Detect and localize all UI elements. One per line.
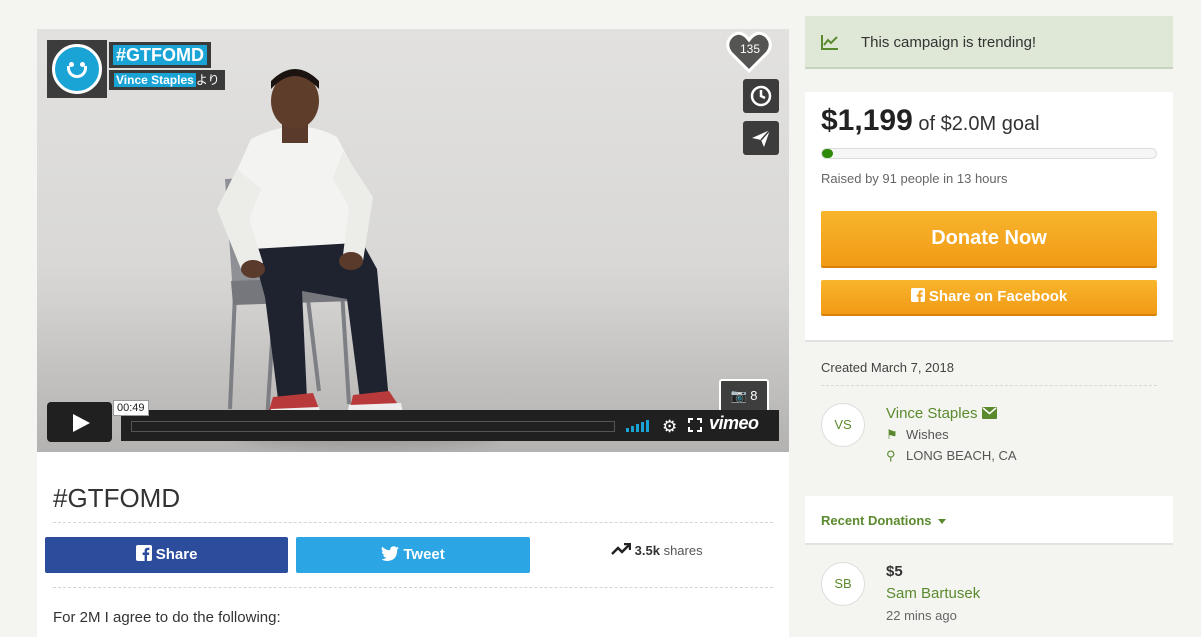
organizer-location: ⚲ LONG BEACH, CA: [886, 448, 1017, 463]
share-arrow-icon: [611, 542, 632, 555]
donation-time: 22 mins ago: [886, 608, 957, 623]
tweet-button[interactable]: Tweet: [296, 537, 530, 573]
video-controls: ⚙ vimeo: [121, 410, 779, 441]
raised-by-text: Raised by 91 people in 13 hours: [821, 171, 1008, 186]
video-player[interactable]: #GTFOMD Vince Staples より 135 📷 8 ⚙ vimeo…: [37, 29, 789, 452]
video-frame-person: [217, 69, 403, 422]
caret-down-icon: [937, 519, 946, 525]
share-video-button[interactable]: [743, 121, 779, 155]
progress-bar: [821, 148, 1157, 159]
time-tooltip: 00:49: [113, 400, 149, 416]
donor-avatar: SB: [821, 562, 865, 606]
divider: [53, 587, 773, 588]
twitter-icon: [381, 546, 400, 561]
donation-amount: $5: [886, 563, 903, 580]
map-pin-icon: ⚲: [886, 448, 896, 463]
send-icon: [752, 129, 771, 147]
play-button[interactable]: [47, 402, 112, 442]
organizer-avatar: VS: [821, 403, 865, 447]
play-icon: [73, 414, 90, 432]
channel-avatar[interactable]: [47, 40, 107, 98]
volume-icon[interactable]: [626, 420, 650, 432]
video-author-link[interactable]: Vince Staples より: [109, 70, 225, 90]
envelope-icon[interactable]: [981, 407, 997, 419]
donor-name[interactable]: Sam Bartusek: [886, 585, 980, 602]
recent-donations-header[interactable]: Recent Donations: [805, 496, 1173, 545]
trending-up-icon: [821, 35, 838, 50]
camera-icon: 📷: [730, 388, 747, 403]
video-title-link[interactable]: #GTFOMD: [109, 42, 211, 68]
progress-fill: [822, 149, 833, 158]
watch-later-button[interactable]: [743, 79, 779, 113]
organizer-category: ⚑ Wishes: [886, 427, 949, 442]
like-count: 135: [739, 42, 761, 56]
trending-banner: This campaign is trending!: [805, 16, 1173, 69]
organizer-name-link[interactable]: Vince Staples: [886, 405, 997, 422]
trending-text: This campaign is trending!: [861, 34, 1037, 51]
amount-raised: $1,199 of $2.0M goal: [821, 104, 1040, 137]
tag-icon: ⚑: [886, 427, 898, 442]
fullscreen-icon[interactable]: [688, 418, 702, 432]
campaign-card: #GTFOMD Share Tweet 3.5k shares For 2M I…: [37, 452, 789, 637]
photos-button[interactable]: 📷 8: [719, 379, 769, 413]
divider: [53, 522, 773, 523]
settings-icon[interactable]: ⚙: [662, 417, 677, 437]
progress-track[interactable]: [131, 421, 615, 432]
divider: [821, 385, 1157, 386]
donation-panel: $1,199 of $2.0M goal Raised by 91 people…: [805, 92, 1173, 342]
donate-now-button[interactable]: Donate Now: [821, 211, 1157, 268]
smiley-face-icon: [52, 44, 102, 94]
vimeo-logo[interactable]: vimeo: [709, 413, 759, 434]
facebook-share-button[interactable]: Share: [45, 537, 288, 573]
facebook-icon: [135, 545, 152, 561]
share-on-facebook-button[interactable]: Share on Facebook: [821, 280, 1157, 316]
share-count: 3.5k shares: [611, 542, 703, 558]
clock-icon: [750, 85, 772, 107]
campaign-title: #GTFOMD: [53, 483, 181, 513]
created-date: Created March 7, 2018: [821, 360, 954, 375]
facebook-icon: [910, 288, 925, 302]
campaign-description: For 2M I agree to do the following:: [53, 609, 281, 626]
